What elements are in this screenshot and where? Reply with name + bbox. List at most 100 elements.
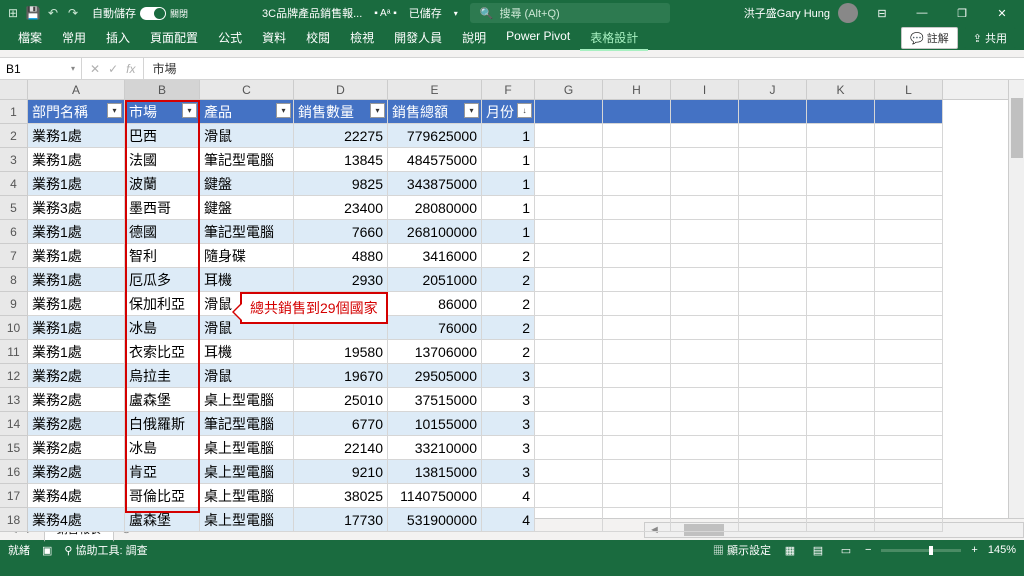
cell[interactable]: 3 bbox=[482, 436, 535, 460]
cell[interactable]: 墨西哥 bbox=[125, 196, 200, 220]
cell[interactable] bbox=[807, 292, 875, 316]
cell[interactable]: 268100000 bbox=[388, 220, 482, 244]
row-header-3[interactable]: 3 bbox=[0, 148, 28, 172]
cell[interactable]: 智利 bbox=[125, 244, 200, 268]
cell[interactable] bbox=[535, 244, 603, 268]
cell[interactable] bbox=[603, 244, 671, 268]
col-header-D[interactable]: D bbox=[294, 80, 388, 99]
cell[interactable] bbox=[671, 412, 739, 436]
cell[interactable] bbox=[535, 388, 603, 412]
cell[interactable] bbox=[603, 508, 671, 532]
cell[interactable]: 38025 bbox=[294, 484, 388, 508]
header-cell[interactable] bbox=[535, 100, 603, 124]
header-cell[interactable] bbox=[739, 100, 807, 124]
cell[interactable]: 筆記型電腦 bbox=[200, 412, 294, 436]
cell[interactable]: 531900000 bbox=[388, 508, 482, 532]
cell[interactable] bbox=[603, 268, 671, 292]
cell[interactable] bbox=[671, 220, 739, 244]
cell[interactable] bbox=[671, 508, 739, 532]
cell[interactable]: 業務1處 bbox=[28, 220, 125, 244]
cell[interactable]: 肯亞 bbox=[125, 460, 200, 484]
cell[interactable]: 業務1處 bbox=[28, 316, 125, 340]
col-header-B[interactable]: B bbox=[125, 80, 200, 99]
cell[interactable]: 冰島 bbox=[125, 316, 200, 340]
cell[interactable]: 業務2處 bbox=[28, 412, 125, 436]
cell[interactable] bbox=[807, 172, 875, 196]
cell[interactable] bbox=[671, 244, 739, 268]
cell[interactable] bbox=[739, 148, 807, 172]
header-cell[interactable]: 月份↓ bbox=[482, 100, 535, 124]
cell[interactable]: 484575000 bbox=[388, 148, 482, 172]
cell[interactable] bbox=[535, 268, 603, 292]
cell[interactable] bbox=[671, 436, 739, 460]
share-button[interactable]: ⇪共用 bbox=[964, 27, 1016, 49]
cell[interactable]: 22275 bbox=[294, 124, 388, 148]
cell[interactable] bbox=[535, 292, 603, 316]
undo-icon[interactable]: ↶ bbox=[46, 6, 60, 20]
cell[interactable]: 1 bbox=[482, 220, 535, 244]
row-header-6[interactable]: 6 bbox=[0, 220, 28, 244]
header-cell[interactable]: 市場▾ bbox=[125, 100, 200, 124]
ribbon-tab-5[interactable]: 資料 bbox=[252, 26, 296, 51]
ribbon-tab-4[interactable]: 公式 bbox=[208, 26, 252, 51]
search-box[interactable]: 🔍 搜尋 (Alt+Q) bbox=[470, 3, 670, 23]
cell[interactable]: 13845 bbox=[294, 148, 388, 172]
cell[interactable]: 盧森堡 bbox=[125, 508, 200, 532]
cell[interactable] bbox=[875, 292, 943, 316]
cell[interactable] bbox=[671, 148, 739, 172]
cell[interactable] bbox=[875, 196, 943, 220]
cancel-icon[interactable]: ✕ bbox=[90, 62, 100, 76]
header-cell[interactable]: 產品▾ bbox=[200, 100, 294, 124]
ribbon-tab-9[interactable]: 說明 bbox=[452, 26, 496, 51]
ribbon-tab-11[interactable]: 表格設計 bbox=[580, 26, 648, 51]
cell[interactable]: 業務3處 bbox=[28, 196, 125, 220]
cell[interactable]: 業務1處 bbox=[28, 172, 125, 196]
cell[interactable] bbox=[807, 388, 875, 412]
cell[interactable] bbox=[807, 340, 875, 364]
ribbon-tab-3[interactable]: 頁面配置 bbox=[140, 26, 208, 51]
cell[interactable]: 37515000 bbox=[388, 388, 482, 412]
cell[interactable]: 鍵盤 bbox=[200, 172, 294, 196]
cell[interactable]: 耳機 bbox=[200, 340, 294, 364]
cell[interactable] bbox=[739, 220, 807, 244]
cell[interactable] bbox=[875, 148, 943, 172]
cell[interactable]: 4 bbox=[482, 508, 535, 532]
cell[interactable] bbox=[807, 436, 875, 460]
cell[interactable] bbox=[875, 172, 943, 196]
cell[interactable] bbox=[535, 172, 603, 196]
vertical-scrollbar[interactable] bbox=[1008, 80, 1024, 518]
cell[interactable]: 343875000 bbox=[388, 172, 482, 196]
filter-icon[interactable]: ▾ bbox=[464, 103, 479, 118]
filter-icon[interactable]: ▾ bbox=[107, 103, 122, 118]
cell[interactable] bbox=[807, 148, 875, 172]
cell[interactable]: 3 bbox=[482, 412, 535, 436]
cell[interactable]: 業務1處 bbox=[28, 340, 125, 364]
name-box[interactable]: B1▾ bbox=[0, 58, 82, 79]
cell[interactable]: 19580 bbox=[294, 340, 388, 364]
col-header-I[interactable]: I bbox=[671, 80, 739, 99]
cell[interactable] bbox=[739, 412, 807, 436]
cell[interactable] bbox=[603, 292, 671, 316]
row-header-7[interactable]: 7 bbox=[0, 244, 28, 268]
comments-button[interactable]: 💬註解 bbox=[901, 27, 958, 49]
cell[interactable]: 28080000 bbox=[388, 196, 482, 220]
cell[interactable] bbox=[875, 244, 943, 268]
cell[interactable]: 1 bbox=[482, 172, 535, 196]
cell[interactable]: 3 bbox=[482, 364, 535, 388]
cell[interactable]: 6770 bbox=[294, 412, 388, 436]
cell[interactable]: 業務2處 bbox=[28, 436, 125, 460]
record-macro-icon[interactable]: ▣ bbox=[42, 544, 52, 557]
accessibility-status[interactable]: ⚲ 協助工具: 調查 bbox=[64, 542, 147, 558]
ribbon-tab-2[interactable]: 插入 bbox=[96, 26, 140, 51]
cell[interactable] bbox=[603, 124, 671, 148]
row-header-12[interactable]: 12 bbox=[0, 364, 28, 388]
cell[interactable]: 巴西 bbox=[125, 124, 200, 148]
cell[interactable]: 桌上型電腦 bbox=[200, 388, 294, 412]
header-cell[interactable]: 部門名稱▾ bbox=[28, 100, 125, 124]
row-header-16[interactable]: 16 bbox=[0, 460, 28, 484]
cell[interactable] bbox=[739, 124, 807, 148]
cell[interactable] bbox=[535, 124, 603, 148]
cell[interactable]: 7660 bbox=[294, 220, 388, 244]
cell[interactable] bbox=[671, 364, 739, 388]
cell[interactable]: 3 bbox=[482, 460, 535, 484]
